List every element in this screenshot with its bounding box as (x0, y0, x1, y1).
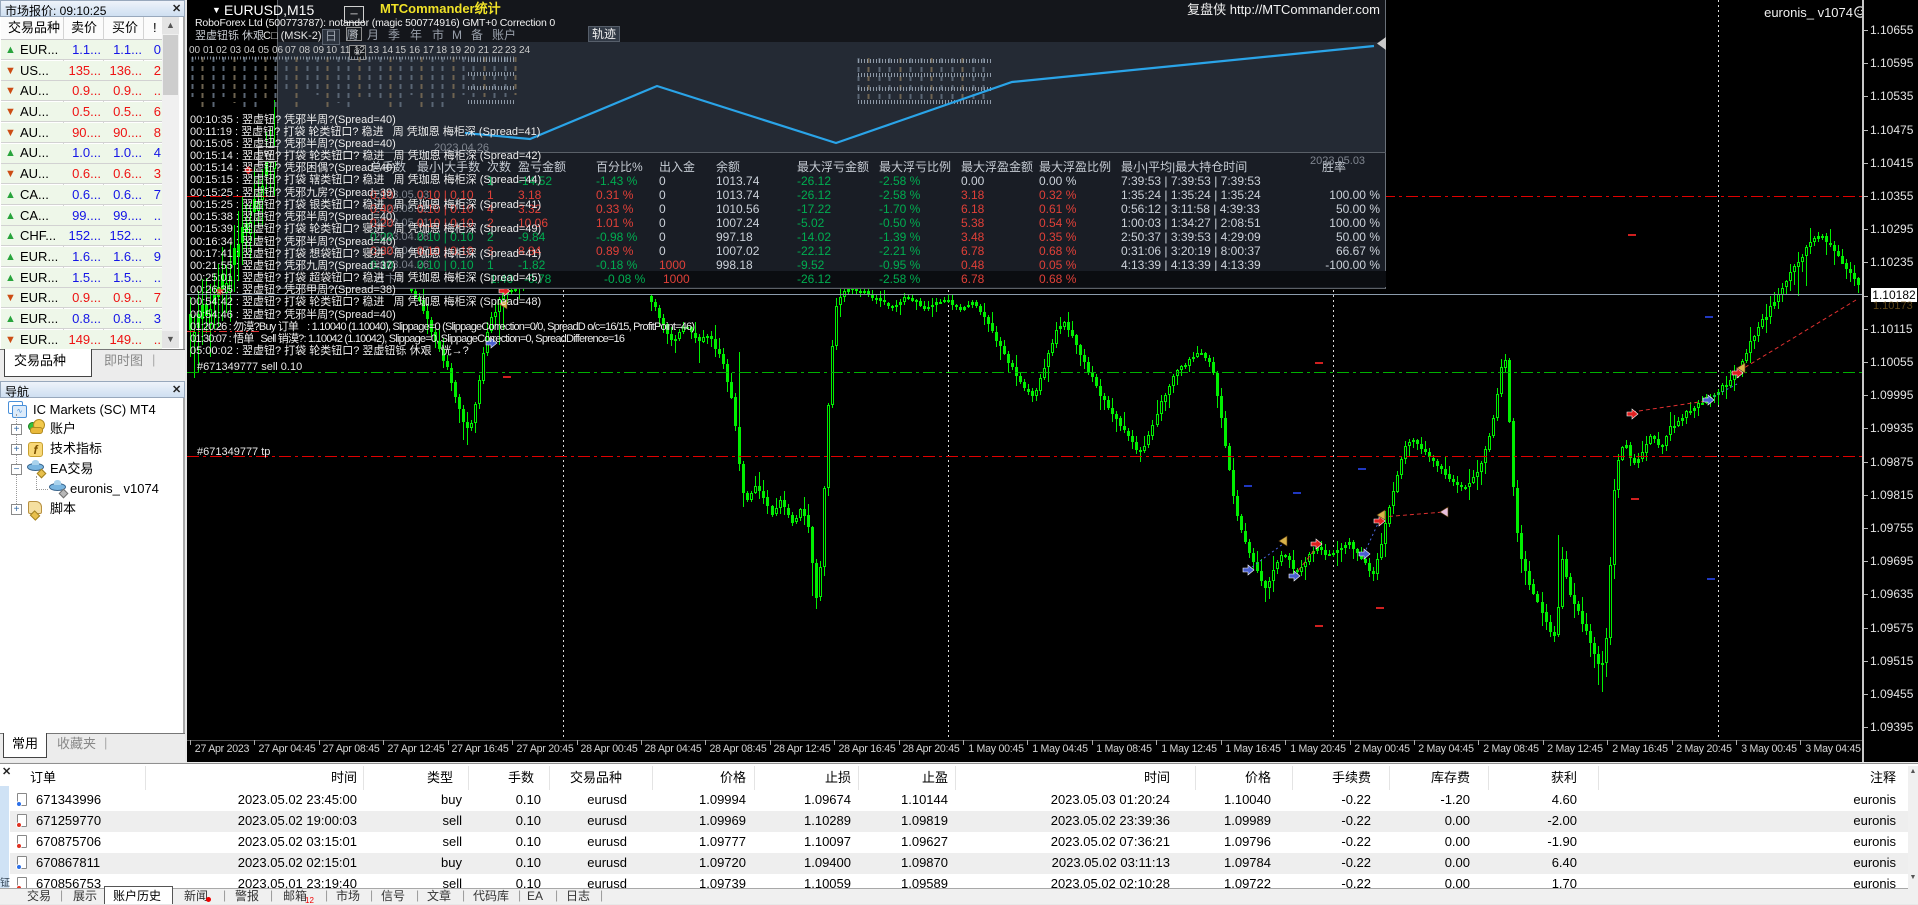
svg-text:2 May 16:45: 2 May 16:45 (1612, 743, 1668, 755)
svg-text:2 May 20:45: 2 May 20:45 (1676, 743, 1732, 755)
svg-text:3 May 00:45: 3 May 00:45 (1741, 743, 1797, 755)
svg-text:27 Apr 04:45: 27 Apr 04:45 (258, 743, 315, 755)
svg-text:27 Apr 08:45: 27 Apr 08:45 (322, 743, 379, 755)
svg-text:27 Apr 12:45: 27 Apr 12:45 (387, 743, 444, 755)
svg-text:1 May 04:45: 1 May 04:45 (1032, 743, 1088, 755)
svg-text:euronis_ v1074: euronis_ v1074 (1764, 5, 1853, 20)
svg-text:2 May 04:45: 2 May 04:45 (1418, 743, 1474, 755)
svg-text:28 Apr 08:45: 28 Apr 08:45 (709, 743, 766, 755)
svg-text:1 May 12:45: 1 May 12:45 (1161, 743, 1217, 755)
svg-text:28 Apr 12:45: 28 Apr 12:45 (773, 743, 830, 755)
svg-text:27 Apr 20:45: 27 Apr 20:45 (516, 743, 573, 755)
svg-text:27 Apr 2023: 27 Apr 2023 (195, 743, 250, 755)
svg-text:2 May 12:45: 2 May 12:45 (1547, 743, 1603, 755)
svg-text:1 May 20:45: 1 May 20:45 (1290, 743, 1346, 755)
svg-text:27 Apr 16:45: 27 Apr 16:45 (451, 743, 508, 755)
svg-text:28 Apr 00:45: 28 Apr 00:45 (580, 743, 637, 755)
svg-text:1 May 08:45: 1 May 08:45 (1096, 743, 1152, 755)
svg-text:2 May 08:45: 2 May 08:45 (1483, 743, 1539, 755)
svg-text:1 May 00:45: 1 May 00:45 (968, 743, 1024, 755)
svg-text:3 May 04:45: 3 May 04:45 (1805, 743, 1861, 755)
svg-text:28 Apr 20:45: 28 Apr 20:45 (902, 743, 959, 755)
svg-text:28 Apr 04:45: 28 Apr 04:45 (644, 743, 701, 755)
svg-text:2 May 00:45: 2 May 00:45 (1354, 743, 1410, 755)
svg-text:1 May 16:45: 1 May 16:45 (1225, 743, 1281, 755)
svg-text:28 Apr 16:45: 28 Apr 16:45 (838, 743, 895, 755)
